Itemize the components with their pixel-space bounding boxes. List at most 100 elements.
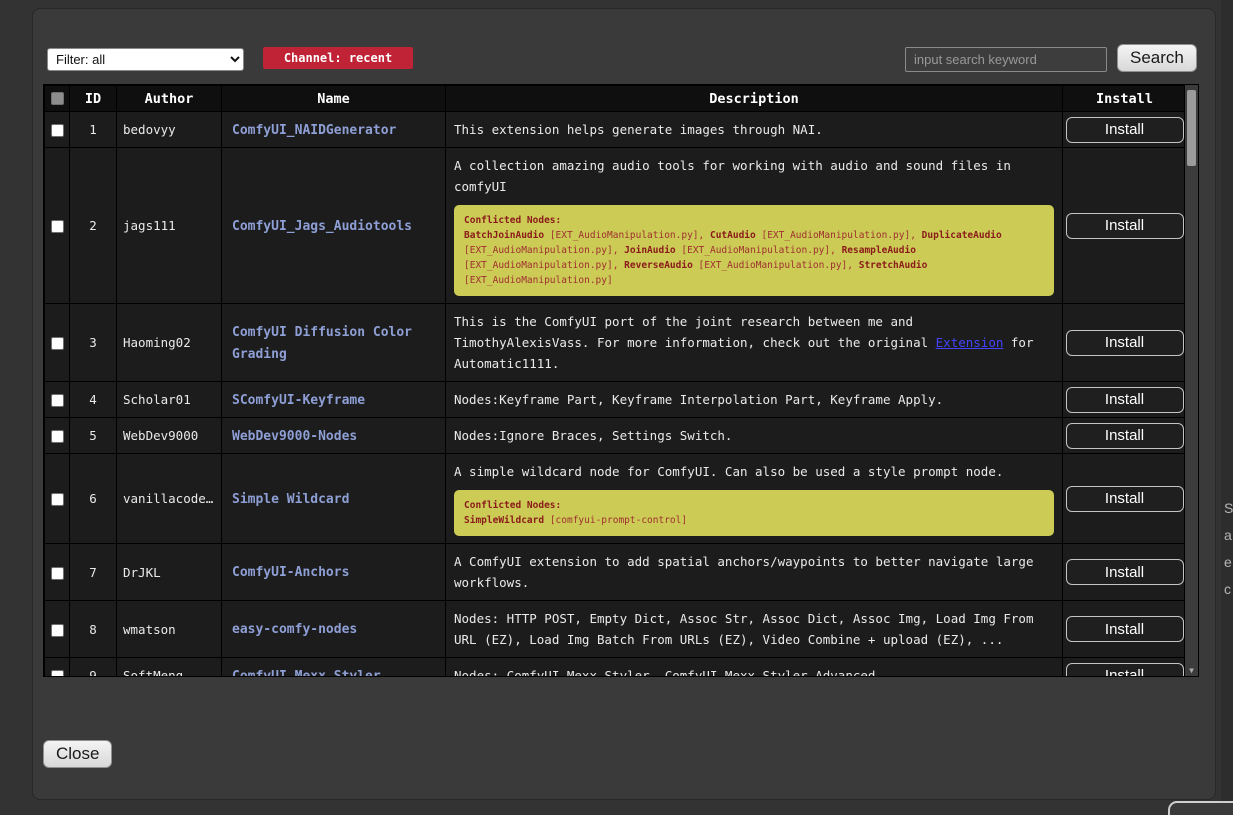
conflict-node-source: [EXT_AudioManipulation.py]: [464, 275, 613, 286]
header-install: Install: [1063, 86, 1187, 112]
row-id: 7: [70, 544, 117, 601]
row-description-cell: Nodes: HTTP POST, Empty Dict, Assoc Str,…: [446, 601, 1063, 658]
row-name-cell: SComfyUI-Keyframe: [222, 382, 446, 418]
conflict-node-name: DuplicateAudio: [922, 230, 1002, 241]
row-author: WebDev9000: [117, 418, 222, 454]
description-link[interactable]: Extension: [936, 335, 1004, 350]
description-text: Nodes:Keyframe Part, Keyframe Interpolat…: [454, 392, 943, 407]
extension-name-link[interactable]: Simple Wildcard: [232, 492, 349, 507]
table-row: 9SoftMengComfyUI_Mexx_StylerNodes: Comfy…: [45, 658, 1187, 678]
table-scrollbar-track[interactable]: ▼: [1184, 85, 1198, 676]
row-description-cell: A collection amazing audio tools for wor…: [446, 148, 1063, 304]
edge-letter-fragment: c: [1224, 581, 1231, 597]
row-description-cell: This is the ComfyUI port of the joint re…: [446, 304, 1063, 382]
row-checkbox-cell: [45, 544, 70, 601]
row-select-checkbox[interactable]: [51, 670, 64, 677]
row-description-cell: Nodes: ComfyUI Mexx Styler, ComfyUI Mexx…: [446, 658, 1063, 678]
filter-select[interactable]: Filter: all: [47, 48, 244, 71]
header-author: Author: [117, 86, 222, 112]
row-name-cell: ComfyUI_Jags_Audiotools: [222, 148, 446, 304]
conflict-node-name: SimpleWildcard: [464, 515, 544, 526]
page-edge-fragments: Saec: [1221, 0, 1233, 815]
conflict-node-source: [EXT_AudioManipulation.py]: [464, 260, 613, 271]
close-button[interactable]: Close: [43, 740, 112, 768]
conflict-node-name: StretchAudio: [859, 260, 928, 271]
row-checkbox-cell: [45, 658, 70, 678]
table-row: 3Haoming02 ComfyUI Diffusion Color Gradin…: [45, 304, 1187, 382]
partial-button-fragment: [1168, 801, 1233, 815]
conflict-node-source: [EXT_AudioManipulation.py]: [761, 230, 910, 241]
row-select-checkbox[interactable]: [51, 493, 64, 506]
conflicted-nodes-warning: Conflicted Nodes:BatchJoinAudio [EXT_Aud…: [454, 205, 1054, 296]
row-id: 8: [70, 601, 117, 658]
row-checkbox-cell: [45, 418, 70, 454]
row-author: Haoming02: [117, 304, 222, 382]
edge-letter-fragment: e: [1224, 554, 1232, 570]
install-button[interactable]: Install: [1066, 559, 1184, 585]
row-id: 3: [70, 304, 117, 382]
row-install-cell: Install: [1063, 454, 1187, 544]
conflict-node-name: ResampleAudio: [842, 245, 916, 256]
description-text: Nodes:Ignore Braces, Settings Switch.: [454, 428, 732, 443]
conflict-node-source: [comfyui-prompt-control]: [550, 515, 687, 526]
extension-name-link[interactable]: ComfyUI-Anchors: [232, 565, 349, 580]
search-input[interactable]: [905, 47, 1107, 72]
table-scrollbar-thumb[interactable]: [1187, 90, 1196, 166]
conflict-node-name: JoinAudio: [624, 245, 675, 256]
conflict-title: Conflicted Nodes:: [464, 498, 1044, 513]
table-row: 1bedovyyComfyUI_NAIDGeneratorThis extens…: [45, 112, 1187, 148]
row-description: A ComfyUI extension to add spatial ancho…: [454, 551, 1054, 593]
row-id: 5: [70, 418, 117, 454]
row-select-checkbox[interactable]: [51, 337, 64, 350]
row-select-checkbox[interactable]: [51, 394, 64, 407]
row-select-checkbox[interactable]: [51, 567, 64, 580]
row-checkbox-cell: [45, 382, 70, 418]
description-text: A collection amazing audio tools for wor…: [454, 158, 1011, 194]
row-select-checkbox[interactable]: [51, 430, 64, 443]
header-description: Description: [446, 86, 1063, 112]
search-button[interactable]: Search: [1117, 44, 1197, 72]
table-row: 4Scholar01SComfyUI-KeyframeNodes:Keyfram…: [45, 382, 1187, 418]
select-all-checkbox[interactable]: [51, 92, 64, 105]
row-id: 1: [70, 112, 117, 148]
extension-name-link[interactable]: ComfyUI_Jags_Audiotools: [232, 219, 412, 234]
channel-badge-label: Channel: recent: [284, 51, 392, 65]
install-button[interactable]: Install: [1066, 387, 1184, 413]
install-button[interactable]: Install: [1066, 616, 1184, 642]
install-button[interactable]: Install: [1066, 117, 1184, 143]
row-description: A simple wildcard node for ComfyUI. Can …: [454, 461, 1054, 482]
conflict-node-name: CutAudio: [710, 230, 756, 241]
extension-name-link[interactable]: ComfyUI_NAIDGenerator: [232, 123, 396, 138]
header-name: Name: [222, 86, 446, 112]
extension-name-link[interactable]: SComfyUI-Keyframe: [232, 393, 365, 408]
extension-name-link[interactable]: ComfyUI Diffusion Color Grading: [232, 325, 412, 362]
extension-name-link[interactable]: WebDev9000-Nodes: [232, 429, 357, 444]
row-install-cell: Install: [1063, 304, 1187, 382]
row-name-cell: ComfyUI Diffusion Color Grading: [222, 304, 446, 382]
extension-name-link[interactable]: ComfyUI_Mexx_Styler: [232, 669, 381, 678]
row-install-cell: Install: [1063, 418, 1187, 454]
row-select-checkbox[interactable]: [51, 624, 64, 637]
install-button[interactable]: Install: [1066, 213, 1184, 239]
row-description: This is the ComfyUI port of the joint re…: [454, 311, 1054, 374]
install-button[interactable]: Install: [1066, 330, 1184, 356]
row-author: wmatson: [117, 601, 222, 658]
header-id: ID: [70, 86, 117, 112]
row-author: SoftMeng: [117, 658, 222, 678]
row-install-cell: Install: [1063, 601, 1187, 658]
row-install-cell: Install: [1063, 658, 1187, 678]
install-button[interactable]: Install: [1066, 486, 1184, 512]
row-install-cell: Install: [1063, 148, 1187, 304]
row-select-checkbox[interactable]: [51, 220, 64, 233]
table-row: 5WebDev9000 WebDev9000-Nodes Nodes:Ignore …: [45, 418, 1187, 454]
scroll-down-arrow-icon[interactable]: ▼: [1185, 666, 1198, 675]
extension-name-link[interactable]: easy-comfy-nodes: [232, 622, 357, 637]
install-button[interactable]: Install: [1066, 423, 1184, 449]
extensions-tbody: 1bedovyyComfyUI_NAIDGeneratorThis extens…: [45, 112, 1187, 678]
row-description-cell: Nodes:Ignore Braces, Settings Switch.: [446, 418, 1063, 454]
install-button[interactable]: Install: [1066, 663, 1184, 678]
conflict-node-source: [EXT_AudioManipulation.py]: [464, 245, 613, 256]
conflicted-nodes-warning: Conflicted Nodes: SimpleWildcard [comfyui…: [454, 490, 1054, 536]
row-checkbox-cell: [45, 148, 70, 304]
row-select-checkbox[interactable]: [51, 124, 64, 137]
